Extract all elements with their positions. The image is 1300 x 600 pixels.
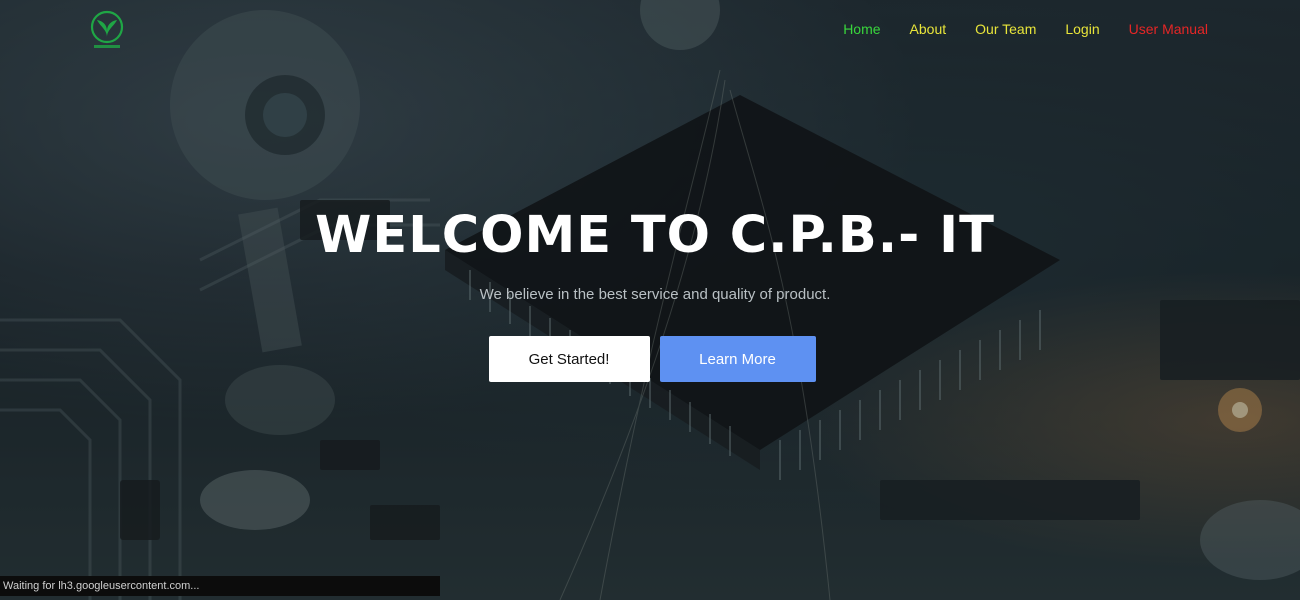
nav-link-login[interactable]: Login (1065, 21, 1099, 37)
cp-group-logo-icon[interactable] (88, 10, 126, 52)
nav-links: Home About Our Team Login User Manual (814, 21, 1208, 37)
browser-status-bar: Waiting for lh3.googleusercontent.com... (0, 576, 440, 596)
nav-link-about[interactable]: About (910, 21, 947, 37)
nav-link-our-team[interactable]: Our Team (975, 21, 1036, 37)
hero-buttons: Get Started! Learn More (0, 336, 1300, 382)
hero-subtitle: We believe in the best service and quali… (479, 286, 831, 303)
nav-link-home[interactable]: Home (843, 21, 880, 37)
top-navbar: Home About Our Team Login User Manual (0, 0, 1300, 62)
hero-section: WELCOME TO C.P.B.- IT We believe in the … (0, 205, 1300, 382)
page: Home About Our Team Login User Manual WE… (0, 0, 1300, 600)
leaf-logo-icon (90, 10, 124, 48)
hero-title: WELCOME TO C.P.B.- IT (315, 206, 995, 265)
get-started-button[interactable]: Get Started! (488, 336, 650, 382)
nav-link-user-manual[interactable]: User Manual (1129, 21, 1208, 37)
learn-more-button[interactable]: Learn More (659, 336, 816, 382)
